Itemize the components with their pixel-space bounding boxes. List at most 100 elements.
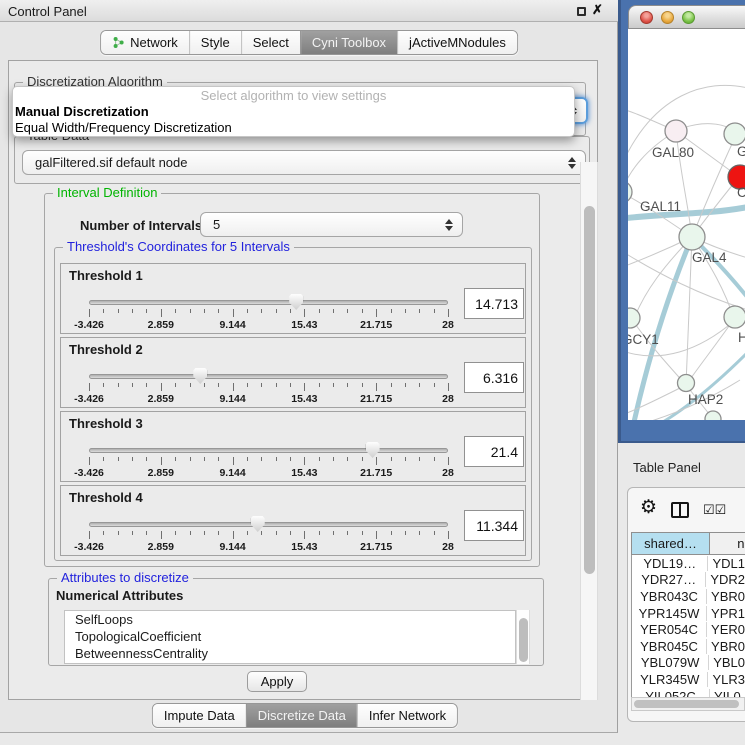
tick-label: 21.715: [360, 319, 392, 331]
network-view-canvas[interactable]: GAL80 GA C GAL11 GAL4 GCY1 H HAP2: [628, 29, 745, 420]
threshold-value-field-3[interactable]: [464, 436, 524, 467]
tick-mark: [419, 457, 420, 461]
tick-mark: [261, 457, 262, 461]
tab-infer-network[interactable]: Infer Network: [357, 704, 457, 727]
cell-name: YIL0: [710, 689, 741, 697]
tab-select-label: Select: [253, 35, 289, 50]
tick-mark: [319, 309, 320, 313]
popup-item-equal-width-frequency-discretization[interactable]: Equal Width/Frequency Discretization: [13, 120, 574, 136]
cell-shared-name: YBR043C: [632, 589, 707, 604]
tab-select[interactable]: Select: [241, 31, 300, 54]
table-row[interactable]: YER054CYER0: [632, 621, 745, 638]
split-columns-icon[interactable]: [671, 502, 689, 518]
table-row[interactable]: YBR045CYBR0: [632, 638, 745, 655]
slider-area: [89, 374, 448, 379]
slider-track[interactable]: [89, 448, 448, 453]
tab-cyni-toolbox[interactable]: Cyni Toolbox: [300, 31, 397, 54]
tab-network[interactable]: Network: [101, 31, 189, 54]
table-row[interactable]: YBL079WYBL0: [632, 655, 745, 672]
table-row[interactable]: YLR345WYLR3: [632, 671, 745, 688]
cell-name: YBL0: [709, 655, 745, 670]
tick-mark: [319, 383, 320, 387]
attribute-item-topologicalcoefficient[interactable]: TopologicalCoefficient: [65, 628, 515, 645]
threshold-value-field-4[interactable]: [464, 510, 524, 541]
tick-mark: [103, 383, 104, 387]
table-hscrollbar-track[interactable]: [631, 697, 745, 711]
tick-label: 28: [442, 393, 454, 405]
close-icon[interactable]: ✗: [592, 2, 603, 18]
tick-mark: [319, 531, 320, 535]
slider-thumb[interactable]: [289, 294, 303, 310]
tab-discretize-data[interactable]: Discretize Data: [246, 704, 357, 727]
node-gcy1[interactable]: [628, 308, 640, 328]
tick-mark: [405, 531, 406, 535]
node-label-partial-c: C: [737, 185, 745, 200]
tick-mark: [347, 383, 348, 387]
tick-mark: [376, 531, 377, 539]
slider-ticks: [89, 309, 448, 318]
minimize-traffic-light-icon[interactable]: [661, 11, 674, 24]
tick-label: 21.715: [360, 541, 392, 553]
attributes-scrollbar-track[interactable]: [516, 610, 530, 664]
node-label-partial-h: H: [738, 330, 745, 345]
number-of-intervals-combobox[interactable]: 5: [200, 212, 463, 237]
node-hap2[interactable]: [678, 375, 695, 392]
tick-mark: [319, 457, 320, 461]
tab-style[interactable]: Style: [189, 31, 241, 54]
slider-thumb[interactable]: [366, 442, 380, 458]
tick-mark: [261, 531, 262, 535]
zoom-traffic-light-icon[interactable]: [682, 11, 695, 24]
tick-mark: [448, 309, 449, 317]
node-gal4[interactable]: [679, 224, 705, 250]
settings-scrollbar-thumb[interactable]: [584, 206, 595, 574]
tab-impute-data[interactable]: Impute Data: [153, 704, 246, 727]
table-data-combobox[interactable]: galFiltered.sif default node: [22, 150, 586, 175]
float-window-icon[interactable]: [577, 7, 586, 16]
slider-track[interactable]: [89, 374, 448, 379]
interval-definition-label: Interval Definition: [53, 186, 161, 200]
apply-button[interactable]: Apply: [247, 671, 307, 692]
threshold-value-field-2[interactable]: [464, 362, 524, 393]
panel-title: Control Panel: [8, 4, 87, 19]
table-column-header-2[interactable]: na: [710, 532, 745, 555]
node-label-gcy1: GCY1: [628, 332, 659, 347]
popup-prompt: Select algorithm to view settings: [13, 87, 574, 104]
attribute-item-selfloops[interactable]: SelfLoops: [65, 611, 515, 628]
tick-mark: [247, 457, 248, 461]
table-hscrollbar-thumb[interactable]: [634, 700, 739, 708]
attributes-scrollbar-thumb[interactable]: [519, 618, 528, 662]
node-gal11[interactable]: [628, 181, 632, 203]
node-gal80[interactable]: [665, 120, 687, 142]
threshold-value-field-1[interactable]: [464, 288, 524, 319]
tick-mark: [391, 309, 392, 313]
settings-scrollbar-track[interactable]: [580, 162, 598, 700]
table-row[interactable]: YIL052CYIL0: [632, 688, 745, 697]
thresholds-group-label: Threshold's Coordinates for 5 Intervals: [63, 240, 294, 254]
table-row[interactable]: YDR27…YDR2: [632, 572, 745, 589]
numerical-attributes-list: SelfLoopsTopologicalCoefficientBetweenne…: [64, 610, 516, 664]
tick-mark: [132, 531, 133, 535]
attribute-item-betweennesscentrality[interactable]: BetweennessCentrality: [65, 645, 515, 662]
table-column-header-1[interactable]: shared…: [631, 532, 710, 555]
table-row[interactable]: YPR145WYPR1: [632, 605, 745, 622]
node-label-hap2: HAP2: [688, 392, 723, 407]
network-window-titlebar[interactable]: [628, 5, 745, 29]
slider-track[interactable]: [89, 300, 448, 305]
table-row[interactable]: YDL19…YDL1: [632, 555, 745, 572]
tab-jactivemnodules[interactable]: jActiveMNodules: [397, 31, 517, 54]
node-top-right[interactable]: [724, 123, 745, 145]
tab-style-label: Style: [201, 35, 230, 50]
gear-icon[interactable]: ⚙: [640, 496, 657, 519]
slider-thumb[interactable]: [193, 368, 207, 384]
close-traffic-light-icon[interactable]: [640, 11, 653, 24]
tick-mark: [204, 457, 205, 461]
node-right[interactable]: [724, 306, 745, 328]
checkbox-columns-icon[interactable]: ☑☑: [703, 502, 726, 518]
slider-thumb[interactable]: [251, 516, 265, 532]
tick-label: 15.43: [291, 319, 317, 331]
algorithm-dropdown-popup: Select algorithm to view settings Manual…: [12, 86, 575, 137]
table-row[interactable]: YBR043CYBR0: [632, 588, 745, 605]
tick-mark: [362, 531, 363, 535]
popup-item-manual-discretization[interactable]: Manual Discretization: [13, 104, 574, 120]
slider-track[interactable]: [89, 522, 448, 527]
